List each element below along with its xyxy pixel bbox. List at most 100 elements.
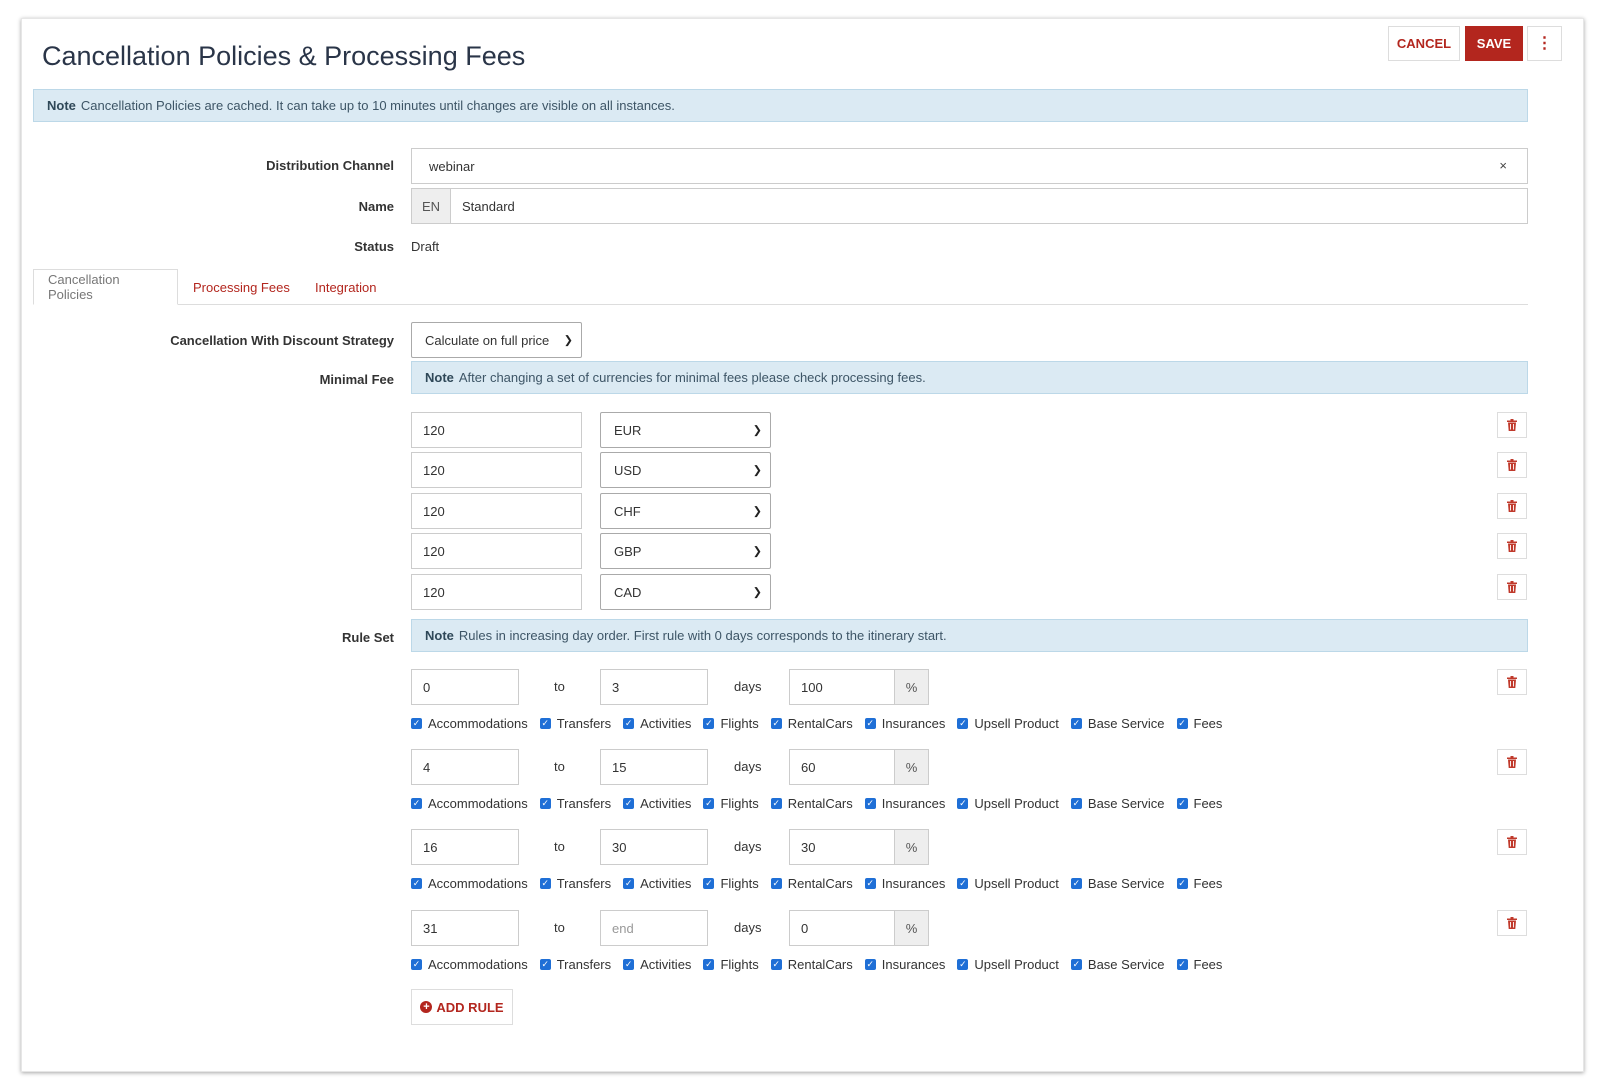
- rule-to-input[interactable]: end: [600, 910, 708, 946]
- checkbox-checked-icon[interactable]: ✓: [957, 958, 969, 970]
- category-checkbox[interactable]: ✓ Upsell Product: [957, 957, 1059, 972]
- checkbox-checked-icon[interactable]: ✓: [770, 797, 782, 809]
- fee-amount-input[interactable]: 120: [411, 452, 582, 488]
- category-checkbox[interactable]: ✓ Activities: [623, 716, 691, 731]
- category-checkbox[interactable]: ✓ Accommodations: [411, 716, 528, 731]
- category-checkbox[interactable]: ✓ Accommodations: [411, 796, 528, 811]
- clear-icon[interactable]: ×: [1499, 158, 1507, 173]
- fee-currency-select[interactable]: CHF ❯: [600, 493, 771, 529]
- category-checkbox[interactable]: ✓ Flights: [703, 957, 759, 972]
- category-checkbox[interactable]: ✓ Flights: [703, 876, 759, 891]
- category-checkbox[interactable]: ✓ Fees: [1176, 876, 1222, 891]
- checkbox-checked-icon[interactable]: ✓: [1070, 958, 1082, 970]
- checkbox-checked-icon[interactable]: ✓: [623, 958, 635, 970]
- category-checkbox[interactable]: ✓ Accommodations: [411, 957, 528, 972]
- category-checkbox[interactable]: ✓ Base Service: [1070, 876, 1165, 891]
- category-checkbox[interactable]: ✓ RentalCars: [770, 876, 853, 891]
- fee-currency-select[interactable]: EUR ❯: [600, 412, 771, 448]
- category-checkbox[interactable]: ✓ RentalCars: [770, 716, 853, 731]
- strategy-select[interactable]: Calculate on full price ❯: [411, 322, 582, 358]
- rule-from-input[interactable]: 4: [411, 749, 519, 785]
- fee-currency-select[interactable]: CAD ❯: [600, 574, 771, 610]
- checkbox-checked-icon[interactable]: ✓: [623, 877, 635, 889]
- category-checkbox[interactable]: ✓ Upsell Product: [957, 796, 1059, 811]
- checkbox-checked-icon[interactable]: ✓: [623, 717, 635, 729]
- checkbox-checked-icon[interactable]: ✓: [864, 797, 876, 809]
- checkbox-checked-icon[interactable]: ✓: [1070, 717, 1082, 729]
- category-checkbox[interactable]: ✓ Fees: [1176, 796, 1222, 811]
- checkbox-checked-icon[interactable]: ✓: [411, 797, 422, 809]
- fee-amount-input[interactable]: 120: [411, 493, 582, 529]
- category-checkbox[interactable]: ✓ Upsell Product: [957, 716, 1059, 731]
- delete-rule-button[interactable]: [1497, 829, 1527, 855]
- checkbox-checked-icon[interactable]: ✓: [623, 797, 635, 809]
- rule-percent-input[interactable]: 30: [789, 829, 895, 865]
- rule-to-input[interactable]: 3: [600, 669, 708, 705]
- rule-from-input[interactable]: 16: [411, 829, 519, 865]
- checkbox-checked-icon[interactable]: ✓: [703, 717, 715, 729]
- checkbox-checked-icon[interactable]: ✓: [864, 877, 876, 889]
- checkbox-checked-icon[interactable]: ✓: [539, 717, 551, 729]
- category-checkbox[interactable]: ✓ Transfers: [539, 957, 611, 972]
- rule-to-input[interactable]: 30: [600, 829, 708, 865]
- tab-integration[interactable]: Integration: [315, 269, 376, 305]
- checkbox-checked-icon[interactable]: ✓: [703, 797, 715, 809]
- name-input[interactable]: Standard: [450, 188, 1528, 224]
- category-checkbox[interactable]: ✓ Insurances: [864, 796, 945, 811]
- category-checkbox[interactable]: ✓ Flights: [703, 716, 759, 731]
- fee-currency-select[interactable]: GBP ❯: [600, 533, 771, 569]
- checkbox-checked-icon[interactable]: ✓: [411, 877, 422, 889]
- checkbox-checked-icon[interactable]: ✓: [1176, 877, 1188, 889]
- checkbox-checked-icon[interactable]: ✓: [957, 717, 969, 729]
- checkbox-checked-icon[interactable]: ✓: [1176, 958, 1188, 970]
- category-checkbox[interactable]: ✓ Activities: [623, 957, 691, 972]
- category-checkbox[interactable]: ✓ Base Service: [1070, 796, 1165, 811]
- checkbox-checked-icon[interactable]: ✓: [864, 958, 876, 970]
- category-checkbox[interactable]: ✓ Activities: [623, 876, 691, 891]
- checkbox-checked-icon[interactable]: ✓: [1070, 877, 1082, 889]
- delete-fee-button[interactable]: [1497, 452, 1527, 478]
- category-checkbox[interactable]: ✓ Transfers: [539, 716, 611, 731]
- checkbox-checked-icon[interactable]: ✓: [1176, 797, 1188, 809]
- tab-cancellation-policies[interactable]: Cancellation Policies: [33, 269, 178, 305]
- rule-percent-input[interactable]: 60: [789, 749, 895, 785]
- delete-fee-button[interactable]: [1497, 412, 1527, 438]
- checkbox-checked-icon[interactable]: ✓: [539, 797, 551, 809]
- delete-fee-button[interactable]: [1497, 533, 1527, 559]
- rule-percent-input[interactable]: 0: [789, 910, 895, 946]
- fee-amount-input[interactable]: 120: [411, 533, 582, 569]
- category-checkbox[interactable]: ✓ Transfers: [539, 876, 611, 891]
- category-checkbox[interactable]: ✓ Fees: [1176, 957, 1222, 972]
- category-checkbox[interactable]: ✓ RentalCars: [770, 957, 853, 972]
- rule-percent-input[interactable]: 100: [789, 669, 895, 705]
- category-checkbox[interactable]: ✓ Insurances: [864, 876, 945, 891]
- category-checkbox[interactable]: ✓ Activities: [623, 796, 691, 811]
- checkbox-checked-icon[interactable]: ✓: [770, 958, 782, 970]
- category-checkbox[interactable]: ✓ Insurances: [864, 957, 945, 972]
- rule-from-input[interactable]: 31: [411, 910, 519, 946]
- checkbox-checked-icon[interactable]: ✓: [539, 877, 551, 889]
- checkbox-checked-icon[interactable]: ✓: [1176, 717, 1188, 729]
- cancel-button[interactable]: CANCEL: [1388, 26, 1460, 61]
- add-rule-button[interactable]: + ADD RULE: [411, 989, 513, 1025]
- category-checkbox[interactable]: ✓ Flights: [703, 796, 759, 811]
- checkbox-checked-icon[interactable]: ✓: [703, 958, 715, 970]
- checkbox-checked-icon[interactable]: ✓: [1070, 797, 1082, 809]
- checkbox-checked-icon[interactable]: ✓: [411, 717, 422, 729]
- category-checkbox[interactable]: ✓ Base Service: [1070, 716, 1165, 731]
- rule-from-input[interactable]: 0: [411, 669, 519, 705]
- category-checkbox[interactable]: ✓ Transfers: [539, 796, 611, 811]
- category-checkbox[interactable]: ✓ Base Service: [1070, 957, 1165, 972]
- delete-fee-button[interactable]: [1497, 493, 1527, 519]
- category-checkbox[interactable]: ✓ Fees: [1176, 716, 1222, 731]
- delete-rule-button[interactable]: [1497, 910, 1527, 936]
- checkbox-checked-icon[interactable]: ✓: [957, 877, 969, 889]
- delete-rule-button[interactable]: [1497, 749, 1527, 775]
- rule-to-input[interactable]: 15: [600, 749, 708, 785]
- delete-fee-button[interactable]: [1497, 574, 1527, 600]
- fee-amount-input[interactable]: 120: [411, 574, 582, 610]
- category-checkbox[interactable]: ✓ Insurances: [864, 716, 945, 731]
- delete-rule-button[interactable]: [1497, 669, 1527, 695]
- save-button[interactable]: SAVE: [1465, 26, 1523, 61]
- checkbox-checked-icon[interactable]: ✓: [411, 958, 422, 970]
